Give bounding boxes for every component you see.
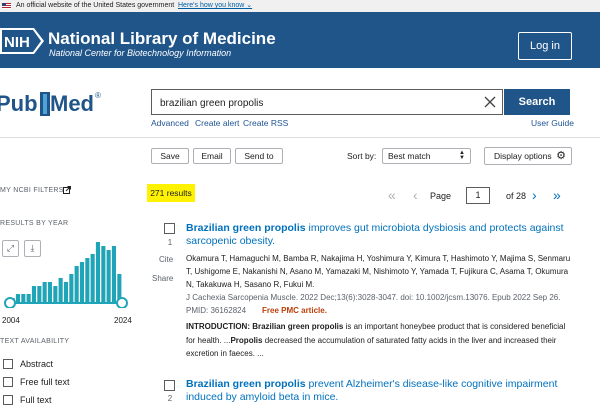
year-bar xyxy=(53,286,58,302)
prev-page-icon[interactable]: ‹ xyxy=(413,188,418,202)
year-bar xyxy=(90,254,95,302)
page-total-label: of 28 xyxy=(506,191,527,201)
year-bar xyxy=(69,274,74,302)
year-bar xyxy=(111,246,116,302)
article-1-snippet: INTRODUCTION: Brazilian green propolis i… xyxy=(186,322,566,358)
year-bar xyxy=(85,258,90,302)
results-count: 271 results xyxy=(147,184,195,202)
gov-banner-text: An official website of the United States… xyxy=(16,2,175,9)
article-2-checkbox[interactable] xyxy=(164,380,175,391)
year-end-label: 2024 xyxy=(114,316,132,325)
free-full-text-label[interactable]: Free full text xyxy=(20,377,70,387)
page-label: Page xyxy=(430,191,452,201)
full-text-label[interactable]: Full text xyxy=(20,395,52,405)
year-bar xyxy=(74,266,79,302)
year-bar xyxy=(58,278,63,302)
cite-button[interactable]: Cite xyxy=(159,255,173,264)
next-page-icon[interactable]: › xyxy=(532,188,537,202)
pubmed-logo-text-b: Med xyxy=(50,91,94,116)
login-button[interactable]: Log in xyxy=(518,32,572,60)
nlm-subtitle: National Center for Biotechnology Inform… xyxy=(49,48,232,58)
create-alert-link[interactable]: Create alert xyxy=(195,118,239,128)
pubmed-logo[interactable]: Pub Med ® xyxy=(0,84,110,124)
article-1-title-highlight: Brazilian green propolis xyxy=(186,222,306,234)
send-to-button[interactable]: Send to xyxy=(235,148,283,164)
last-page-icon[interactable]: » xyxy=(553,188,561,202)
year-bar xyxy=(37,286,42,302)
first-page-icon[interactable]: « xyxy=(388,188,396,202)
us-flag-icon xyxy=(2,3,11,9)
article-1-number: 1 xyxy=(167,238,173,247)
year-bar xyxy=(31,286,36,302)
toolbar-divider xyxy=(0,137,600,138)
abstract-label[interactable]: Abstract xyxy=(20,359,53,369)
sort-select[interactable]: Best match ▲ ▼ xyxy=(382,148,471,164)
save-button[interactable]: Save xyxy=(151,148,189,164)
display-options-button[interactable]: Display options ⚙ xyxy=(484,147,572,165)
year-bar xyxy=(106,250,111,302)
year-bar xyxy=(47,282,52,302)
email-button[interactable]: Email xyxy=(193,148,231,164)
search-button[interactable]: Search xyxy=(504,89,570,115)
article-1-citation: J Cachexia Sarcopenia Muscle. 2022 Dec;1… xyxy=(186,293,561,302)
free-full-text-checkbox[interactable] xyxy=(3,377,13,387)
external-link-icon[interactable] xyxy=(63,186,71,194)
year-bar xyxy=(95,242,100,302)
article-1-title[interactable]: Brazilian green propolis improves gut mi… xyxy=(186,222,576,248)
nih-logo-icon[interactable]: NIH xyxy=(0,28,44,54)
search-box xyxy=(151,89,503,115)
gear-icon: ⚙ xyxy=(556,150,566,162)
nih-logo-text: NIH xyxy=(4,34,30,51)
year-bar xyxy=(26,294,31,302)
nlm-header: NIH National Library of Medicine Nationa… xyxy=(0,12,600,68)
year-bar xyxy=(21,294,26,302)
free-pmc-badge: Free PMC article. xyxy=(262,306,327,315)
article-1-authors: Okamura T, Hamaguchi M, Bamba R, Nakajim… xyxy=(186,254,571,289)
advanced-link[interactable]: Advanced xyxy=(151,118,189,128)
year-bar xyxy=(15,294,20,302)
year-range-start-handle xyxy=(4,297,16,308)
article-1-pmid: PMID: 36162824 xyxy=(186,306,247,315)
pubmed-logo-text-a: Pub xyxy=(0,91,38,116)
full-text-checkbox[interactable] xyxy=(3,395,13,405)
results-by-year-heading: RESULTS BY YEAR xyxy=(0,220,69,227)
page-number-input[interactable]: 1 xyxy=(466,187,490,204)
article-2-title[interactable]: Brazilian green propolis prevent Alzheim… xyxy=(186,378,576,404)
share-button[interactable]: Share xyxy=(152,274,173,283)
clear-search-icon[interactable] xyxy=(482,94,498,110)
search-input[interactable] xyxy=(158,92,472,114)
text-availability-heading: TEXT AVAILABILITY xyxy=(0,338,70,345)
my-ncbi-filters-heading[interactable]: MY NCBI FILTERS xyxy=(0,187,64,194)
abstract-checkbox[interactable] xyxy=(3,359,13,369)
user-guide-link[interactable]: User Guide xyxy=(531,118,574,128)
gov-banner: An official website of the United States… xyxy=(0,0,600,12)
nlm-title[interactable]: National Library of Medicine xyxy=(48,29,276,49)
article-2-title-highlight: Brazilian green propolis xyxy=(186,378,306,390)
article-2-number: 2 xyxy=(167,394,173,403)
sort-arrows-icon: ▲ ▼ xyxy=(459,150,465,161)
year-start-label: 2004 xyxy=(2,316,20,325)
year-bar xyxy=(63,282,68,302)
sort-by-label: Sort by: xyxy=(347,151,377,161)
year-bar xyxy=(79,262,84,302)
results-by-year-chart[interactable] xyxy=(0,238,132,308)
year-range-end-handle xyxy=(116,297,128,308)
sort-select-value: Best match xyxy=(388,151,431,161)
gov-banner-link[interactable]: Here's how you know ⌄ xyxy=(178,0,252,12)
year-bar xyxy=(42,282,47,302)
create-rss-link[interactable]: Create RSS xyxy=(243,118,288,128)
article-1-checkbox[interactable] xyxy=(164,223,175,234)
pubmed-reg-mark: ® xyxy=(95,91,101,100)
year-bar xyxy=(101,246,106,302)
display-options-label: Display options xyxy=(494,151,552,161)
